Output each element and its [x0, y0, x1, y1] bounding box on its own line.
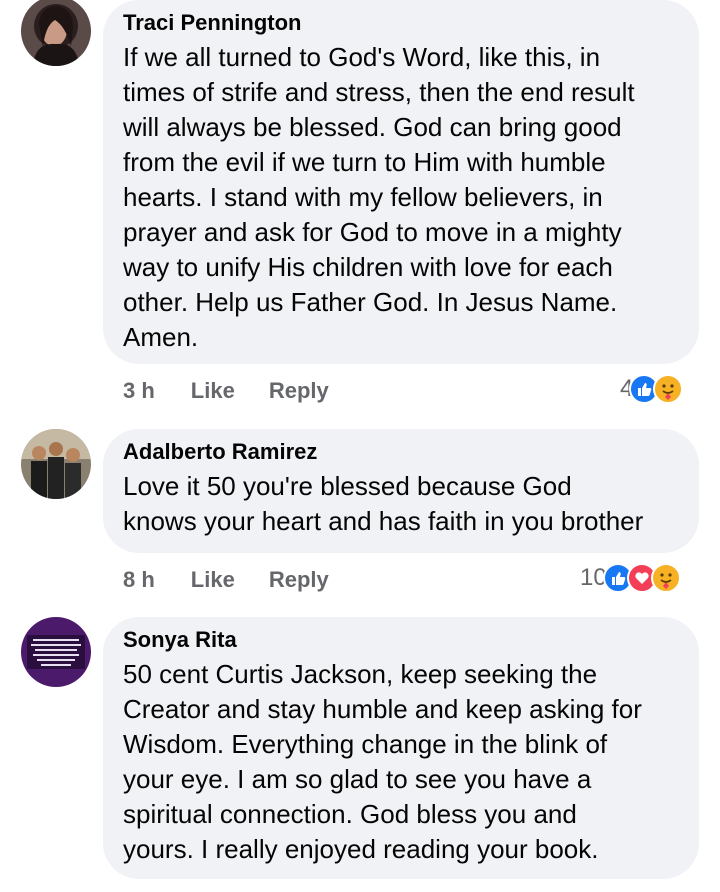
- comment-text: Love it 50 you're blessed because God kn…: [123, 469, 679, 539]
- avatar[interactable]: [21, 429, 91, 499]
- comment-text-line: Creator and stay humble and keep asking …: [123, 694, 642, 724]
- reactions-summary[interactable]: 10: [580, 561, 681, 595]
- comment-timestamp[interactable]: 8 h: [123, 567, 155, 593]
- profile-photo: [21, 0, 91, 66]
- comment-text-line: times of strife and stress, then the end…: [123, 77, 635, 107]
- like-button[interactable]: Like: [191, 378, 235, 404]
- comment-text-line: Amen.: [123, 322, 199, 352]
- comment-text-line: 50 cent Curtis Jackson, keep seeking the: [123, 659, 598, 689]
- comment-actions: 3 h Like Reply: [123, 376, 363, 406]
- profile-photo: [21, 429, 91, 499]
- comment-text-line: will always be blessed. God can bring go…: [123, 112, 622, 142]
- profile-photo: [21, 617, 91, 687]
- comment-text-line: other. Help us Father God. In Jesus Name…: [123, 287, 618, 317]
- comment-text-line: from the evil if we turn to Him with hum…: [123, 147, 606, 177]
- comment-text-line: Wisdom. Everything change in the blink o…: [123, 729, 608, 759]
- comment-timestamp[interactable]: 3 h: [123, 378, 155, 404]
- comment-text-line: way to unify His children with love for …: [123, 252, 613, 282]
- comment-bubble: Adalberto Ramirez Love it 50 you're bles…: [103, 429, 699, 553]
- comment-text: If we all turned to God's Word, like thi…: [123, 40, 679, 355]
- comment-author[interactable]: Traci Pennington: [123, 8, 679, 38]
- comment-bubble: Traci Pennington If we all turned to God…: [103, 0, 699, 364]
- reply-button[interactable]: Reply: [269, 378, 329, 404]
- comment-author[interactable]: Adalberto Ramirez: [123, 437, 679, 467]
- comment-bubble: Sonya Rita 50 cent Curtis Jackson, keep …: [103, 617, 699, 879]
- comment-text-line: hearts. I stand with my fellow believers…: [123, 182, 603, 212]
- care-icon: [650, 563, 681, 593]
- comment-text-line: knows your heart and has faith in you br…: [123, 506, 644, 536]
- comment-text-line: If we all turned to God's Word, like thi…: [123, 42, 601, 72]
- like-button[interactable]: Like: [191, 567, 235, 593]
- comment-author[interactable]: Sonya Rita: [123, 625, 679, 655]
- comment-text-line: spiritual connection. God bless you and: [123, 799, 577, 829]
- comment-text: 50 cent Curtis Jackson, keep seeking the…: [123, 657, 679, 867]
- comment-actions: 8 h Like Reply: [123, 565, 363, 595]
- avatar[interactable]: [21, 0, 91, 66]
- comment-text-line: Love it 50 you're blessed because God: [123, 471, 572, 501]
- comment-text-line: prayer and ask for God to move in a migh…: [123, 217, 622, 247]
- care-icon: [653, 374, 684, 404]
- comment-text-line: your eye. I am so glad to see you have a: [123, 764, 592, 794]
- reply-button[interactable]: Reply: [269, 567, 329, 593]
- avatar[interactable]: [21, 617, 91, 687]
- comment-text-line: yours. I really enjoyed reading your boo…: [123, 834, 599, 864]
- reactions-summary[interactable]: 4: [620, 372, 684, 406]
